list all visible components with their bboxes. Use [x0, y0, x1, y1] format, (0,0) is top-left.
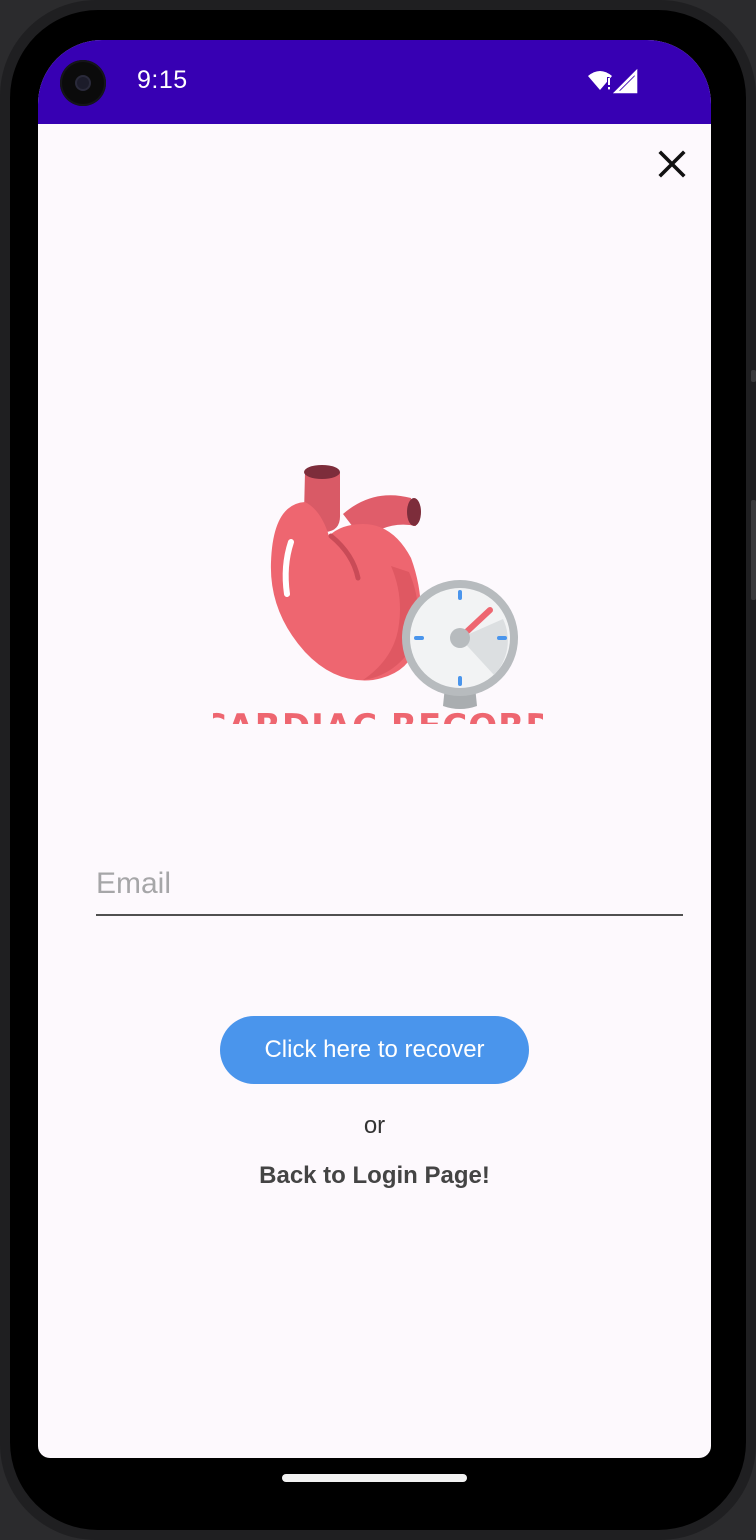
home-indicator[interactable]	[282, 1474, 467, 1482]
phone-frame: 9:15 Email Click here to recover or Back…	[0, 0, 756, 1540]
app-logo: CARDIAC RECORD	[201, 454, 554, 747]
status-bar: 9:15	[38, 40, 711, 124]
close-button[interactable]	[650, 142, 694, 186]
app-screen: 9:15 Email Click here to recover or Back…	[38, 40, 711, 1458]
logo-text: CARDIAC RECORD	[213, 707, 543, 724]
wifi-icon	[588, 71, 612, 90]
camera-lens	[77, 77, 89, 89]
status-time: 9:15	[137, 66, 188, 94]
volume-button	[751, 500, 756, 600]
heart-gauge-logo: CARDIAC RECORD	[201, 465, 554, 747]
side-button-top	[751, 370, 756, 382]
email-input[interactable]	[96, 860, 683, 916]
or-separator: or	[363, 1112, 386, 1139]
signal-icon	[612, 68, 638, 94]
front-camera	[60, 60, 106, 106]
close-icon	[658, 150, 686, 178]
recover-button[interactable]: Click here to recover	[220, 1016, 529, 1084]
status-icons	[588, 68, 638, 94]
back-to-login-link[interactable]: Back to Login Page!	[38, 1162, 711, 1190]
